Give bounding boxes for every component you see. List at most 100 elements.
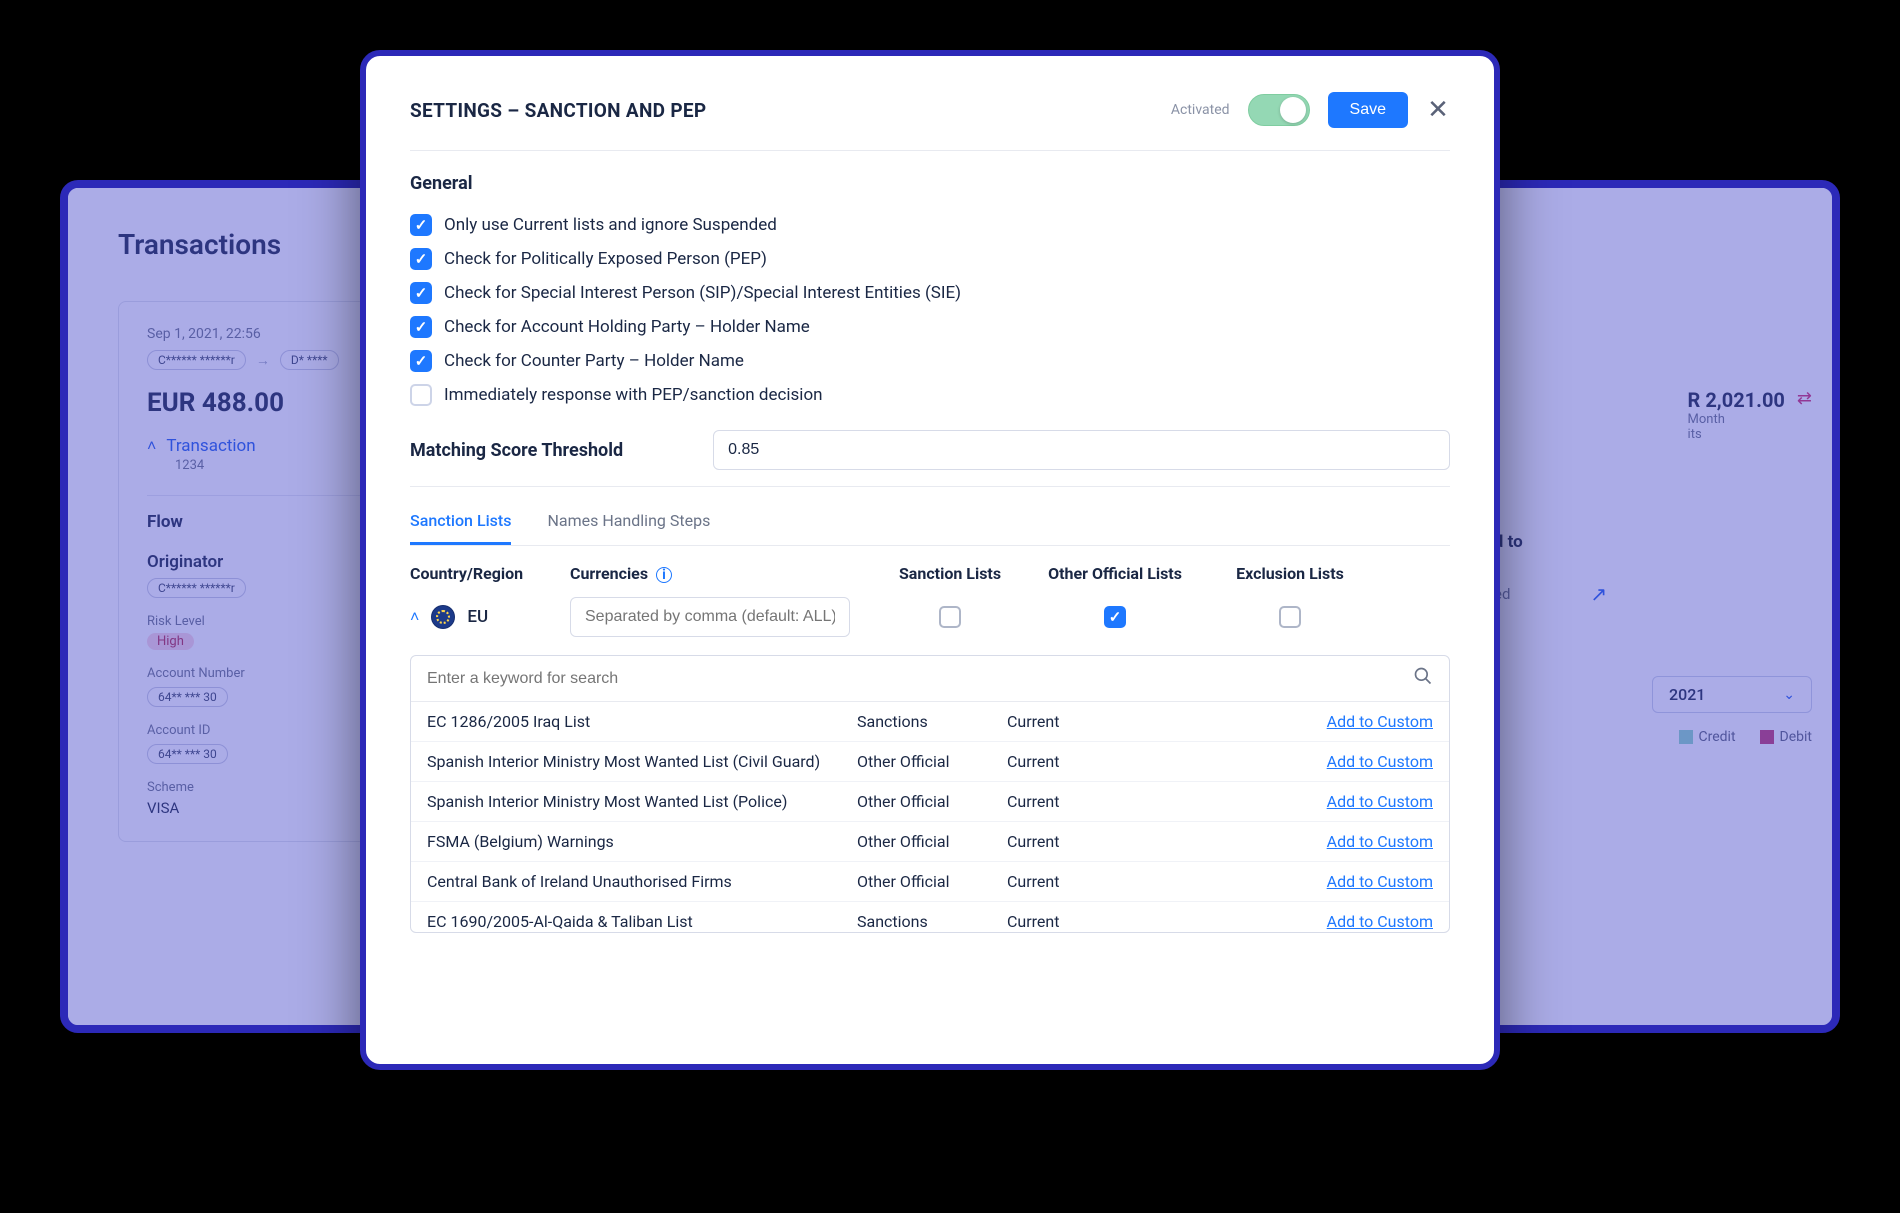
legend-credit-swatch bbox=[1679, 730, 1693, 744]
region-label: EU bbox=[467, 607, 488, 627]
list-type: Sanctions bbox=[857, 912, 1007, 931]
divider bbox=[410, 150, 1450, 151]
list-name: Spanish Interior Ministry Most Wanted Li… bbox=[427, 792, 857, 811]
list-type: Other Official bbox=[857, 872, 1007, 891]
account-id-value[interactable]: 64** *** 30 bbox=[147, 744, 228, 764]
chevron-up-icon: ˄ bbox=[147, 436, 156, 456]
add-to-custom-link[interactable]: Add to Custom bbox=[1157, 712, 1433, 731]
currencies-input[interactable] bbox=[570, 597, 850, 637]
tab-sanction-lists[interactable]: Sanction Lists bbox=[410, 503, 511, 545]
th-other: Other Official Lists bbox=[1020, 564, 1210, 583]
check-row: Check for Account Holding Party – Holder… bbox=[410, 310, 1450, 344]
transfer-icon[interactable]: ⇄ bbox=[1797, 388, 1812, 409]
originator-chip[interactable]: C****** ******r bbox=[147, 350, 246, 370]
checkbox[interactable] bbox=[410, 316, 432, 338]
stat-amount: R 2,021.00 bbox=[1688, 388, 1785, 412]
list-name: Central Bank of Ireland Unauthorised Fir… bbox=[427, 872, 857, 891]
checkbox[interactable] bbox=[410, 214, 432, 236]
table-header: Country/Region Currencies i Sanction Lis… bbox=[410, 564, 1450, 583]
add-to-custom-link[interactable]: Add to Custom bbox=[1157, 872, 1433, 891]
threshold-input[interactable] bbox=[713, 430, 1450, 470]
threshold-label: Matching Score Threshold bbox=[410, 440, 623, 461]
th-exclusion: Exclusion Lists bbox=[1210, 564, 1370, 583]
list-type: Other Official bbox=[857, 752, 1007, 771]
list-type: Other Official bbox=[857, 792, 1007, 811]
stat-sub2: its bbox=[1688, 427, 1785, 442]
check-label: Immediately response with PEP/sanction d… bbox=[444, 385, 823, 405]
info-icon[interactable]: i bbox=[656, 567, 672, 583]
year-value: 2021 bbox=[1669, 685, 1705, 704]
check-row: Check for Politically Exposed Person (PE… bbox=[410, 242, 1450, 276]
list-status: Current bbox=[1007, 712, 1157, 731]
checkbox[interactable] bbox=[410, 350, 432, 372]
list-row: Central Bank of Ireland Unauthorised Fir… bbox=[411, 862, 1449, 902]
other-official-checkbox[interactable] bbox=[1104, 606, 1126, 628]
th-sanction: Sanction Lists bbox=[880, 564, 1020, 583]
year-select[interactable]: 2021 ⌄ bbox=[1652, 676, 1812, 713]
list-status: Current bbox=[1007, 792, 1157, 811]
legend-debit-swatch bbox=[1760, 730, 1774, 744]
checkbox[interactable] bbox=[410, 282, 432, 304]
list-row: Spanish Interior Ministry Most Wanted Li… bbox=[411, 742, 1449, 782]
list-row: Spanish Interior Ministry Most Wanted Li… bbox=[411, 782, 1449, 822]
beneficiary-chip[interactable]: D* **** bbox=[280, 350, 339, 370]
sanction-lists-checkbox[interactable] bbox=[939, 606, 961, 628]
list-type: Other Official bbox=[857, 832, 1007, 851]
list-status: Current bbox=[1007, 832, 1157, 851]
add-to-custom-link[interactable]: Add to Custom bbox=[1157, 752, 1433, 771]
check-row: Check for Counter Party – Holder Name bbox=[410, 344, 1450, 378]
general-heading: General bbox=[410, 173, 1450, 194]
activated-toggle[interactable] bbox=[1248, 94, 1310, 126]
save-button[interactable]: Save bbox=[1328, 92, 1408, 128]
chevron-up-icon[interactable]: ˄ bbox=[410, 607, 419, 627]
modal-header: SETTINGS – SANCTION AND PEP Activated Sa… bbox=[410, 92, 1450, 128]
list-search-bar bbox=[411, 656, 1449, 702]
list-status: Current bbox=[1007, 752, 1157, 771]
th-country: Country/Region bbox=[410, 564, 570, 583]
list-name: Spanish Interior Ministry Most Wanted Li… bbox=[427, 752, 857, 771]
stat-sub1: Month bbox=[1688, 412, 1785, 427]
modal-title: SETTINGS – SANCTION AND PEP bbox=[410, 99, 706, 122]
legend-debit-label: Debit bbox=[1780, 729, 1812, 745]
list-name: EC 1286/2005 Iraq List bbox=[427, 712, 857, 731]
add-to-custom-link[interactable]: Add to Custom bbox=[1157, 832, 1433, 851]
legend-credit-label: Credit bbox=[1699, 729, 1736, 745]
add-to-custom-link[interactable]: Add to Custom bbox=[1157, 792, 1433, 811]
add-to-custom-link[interactable]: Add to Custom bbox=[1157, 912, 1433, 931]
close-icon[interactable]: ✕ bbox=[1426, 98, 1450, 122]
account-number-value[interactable]: 64** *** 30 bbox=[147, 687, 228, 707]
check-row: Check for Special Interest Person (SIP)/… bbox=[410, 276, 1450, 310]
chevron-down-icon: ⌄ bbox=[1783, 687, 1795, 703]
list-status: Current bbox=[1007, 872, 1157, 891]
list-name: EC 1690/2005-Al-Qaida & Taliban List bbox=[427, 912, 857, 931]
tx-expand-label: Transaction bbox=[166, 436, 255, 456]
list-status: Current bbox=[1007, 912, 1157, 931]
lists-body[interactable]: EC 1286/2005 Iraq ListSanctionsCurrentAd… bbox=[411, 702, 1449, 932]
checkbox[interactable] bbox=[410, 248, 432, 270]
settings-modal: SETTINGS – SANCTION AND PEP Activated Sa… bbox=[360, 50, 1500, 1070]
region-row-eu: ˄ EU bbox=[410, 597, 1450, 637]
activated-label: Activated bbox=[1171, 102, 1230, 118]
check-label: Check for Special Interest Person (SIP)/… bbox=[444, 283, 961, 303]
search-icon[interactable] bbox=[1413, 666, 1433, 691]
list-row: FSMA (Belgium) WarningsOther OfficialCur… bbox=[411, 822, 1449, 862]
tabs: Sanction Lists Names Handling Steps bbox=[410, 503, 1450, 546]
check-row: Immediately response with PEP/sanction d… bbox=[410, 378, 1450, 412]
arrow-right-icon: → bbox=[256, 352, 270, 369]
lists-panel: EC 1286/2005 Iraq ListSanctionsCurrentAd… bbox=[410, 655, 1450, 933]
checkbox[interactable] bbox=[410, 384, 432, 406]
tab-names-handling[interactable]: Names Handling Steps bbox=[547, 503, 710, 545]
region-table: Country/Region Currencies i Sanction Lis… bbox=[410, 564, 1450, 933]
check-label: Only use Current lists and ignore Suspen… bbox=[444, 215, 777, 235]
open-external-icon[interactable]: ↗ bbox=[1590, 582, 1607, 606]
general-checklist: Only use Current lists and ignore Suspen… bbox=[410, 208, 1450, 412]
check-label: Check for Account Holding Party – Holder… bbox=[444, 317, 810, 337]
check-label: Check for Counter Party – Holder Name bbox=[444, 351, 744, 371]
eu-flag-icon bbox=[431, 605, 455, 629]
list-type: Sanctions bbox=[857, 712, 1007, 731]
check-row: Only use Current lists and ignore Suspen… bbox=[410, 208, 1450, 242]
exclusion-lists-checkbox[interactable] bbox=[1279, 606, 1301, 628]
originator-value-chip[interactable]: C****** ******r bbox=[147, 578, 246, 598]
list-search-input[interactable] bbox=[427, 670, 1413, 688]
check-label: Check for Politically Exposed Person (PE… bbox=[444, 249, 767, 269]
